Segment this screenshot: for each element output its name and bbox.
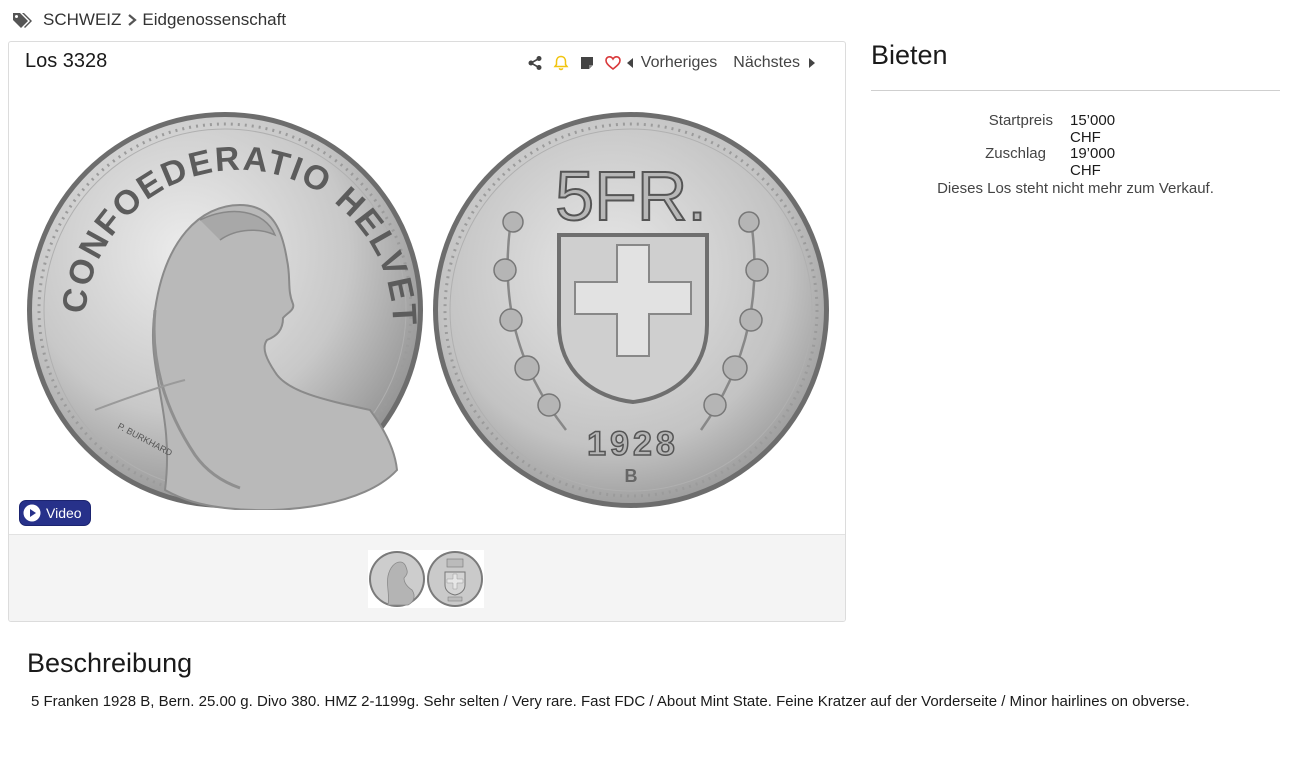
bid-title: Bieten [871,40,948,70]
hammer-price-label: Zuschlag [985,145,1046,162]
next-lot-link[interactable]: Nächstes [733,54,815,72]
description-title: Beschreibung [27,648,193,678]
coin-image[interactable]: CONFOEDERATIO HELVETICA P. BURKHARD 5FR. [25,110,831,510]
breadcrumb-eidgenossenschaft[interactable]: Eidgenossenschaft [142,10,286,30]
start-price-value: 15’000 CHF [1070,112,1116,146]
breadcrumb: SCHWEIZ Eidgenossenschaft [12,8,286,32]
chevron-right-icon [128,14,138,26]
denomination-text: 5FR. [555,157,707,235]
lot-panel: Los 3328 Vorheriges Nächstes CONFOEDERAT… [8,41,846,622]
note-icon[interactable] [579,55,595,71]
hammer-price-value: 19’000 CHF [1070,145,1116,179]
mint-mark: B [625,466,638,486]
previous-label: Vorheriges [640,54,718,71]
share-icon[interactable] [527,55,543,71]
breadcrumb-schweiz[interactable]: SCHWEIZ [43,10,121,30]
description-text: 5 Franken 1928 B, Bern. 25.00 g. Divo 38… [31,693,1190,710]
play-icon [23,504,41,522]
coin-thumbnail[interactable] [368,550,484,608]
coin-reverse: 5FR. 1928 B [433,112,829,508]
previous-lot-link[interactable]: Vorheriges [626,54,718,72]
bell-icon[interactable] [553,55,569,71]
not-for-sale-note: Dieses Los steht nicht mehr zum Verkauf. [937,180,1214,197]
video-button[interactable]: Video [19,500,91,526]
coin-obverse: CONFOEDERATIO HELVETICA P. BURKHARD [25,110,423,510]
start-price-label: Startpreis [988,112,1053,129]
caret-left-icon [626,58,633,68]
heart-icon[interactable] [604,55,621,71]
thumbnail-strip [9,534,845,621]
bid-divider [871,90,1280,91]
tags-icon [13,13,32,28]
next-label: Nächstes [733,54,800,71]
coin-year: 1928 [587,425,679,463]
video-label: Video [46,505,82,521]
lot-toolbar: Vorheriges Nächstes [517,52,815,74]
caret-right-icon [809,58,815,68]
lot-title: Los 3328 [25,50,108,72]
